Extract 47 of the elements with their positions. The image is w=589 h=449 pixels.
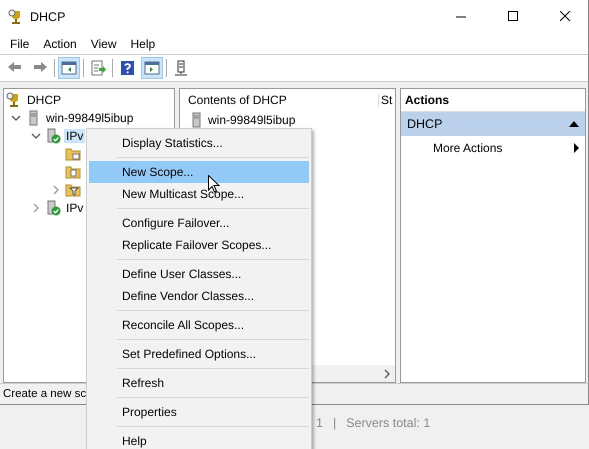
submenu-arrow-icon — [574, 143, 579, 153]
maximize-icon[interactable] — [508, 11, 518, 22]
menu-item[interactable]: Set Predefined Options... — [89, 343, 309, 365]
chevron-right-icon[interactable] — [52, 185, 60, 195]
section-title: DHCP — [407, 117, 442, 131]
collapse-icon[interactable] — [569, 121, 579, 127]
menu-item[interactable]: Replicate Failover Scopes... — [89, 234, 309, 256]
menu-item[interactable]: Display Statistics... — [89, 132, 309, 154]
server-check-icon — [45, 200, 61, 216]
menu-item[interactable]: Action — [37, 36, 85, 50]
status-text: Create a new sc — [3, 388, 86, 400]
menu-item[interactable]: New Scope... — [89, 161, 309, 183]
folder-icon — [65, 164, 81, 180]
list-item[interactable]: win-99849l5ibup — [208, 113, 296, 127]
action-link[interactable]: More Actions — [433, 141, 502, 155]
tree-item[interactable]: IPv — [64, 129, 86, 143]
chevron-right-icon[interactable] — [32, 203, 40, 213]
status-text: | — [332, 416, 336, 430]
close-icon[interactable] — [560, 11, 570, 22]
chevron-down-icon[interactable] — [11, 114, 21, 122]
menu-item[interactable]: New Multicast Scope... — [89, 183, 309, 205]
pane-icon[interactable] — [58, 57, 80, 79]
tree-item[interactable]: IPv — [64, 201, 86, 215]
menu-item[interactable]: Help — [89, 430, 309, 449]
menu-item[interactable]: Help — [124, 36, 164, 50]
menu-item[interactable]: Properties — [89, 401, 309, 423]
pane-icon[interactable] — [141, 57, 163, 79]
tree-item[interactable]: win-99849l5ibup — [44, 111, 136, 125]
scroll-right-icon[interactable] — [383, 368, 391, 378]
tree-item[interactable]: DHCP — [25, 93, 64, 107]
folder-icon — [65, 146, 81, 162]
filter-folder-icon — [65, 182, 81, 198]
menu-item[interactable]: Define Vendor Classes... — [89, 285, 309, 307]
window-title: DHCP — [30, 10, 66, 24]
column-header[interactable]: St — [378, 93, 395, 107]
menu-item[interactable]: Define User Classes... — [89, 263, 309, 285]
server-check-icon — [45, 128, 61, 144]
menu-item[interactable]: View — [84, 36, 124, 50]
chevron-down-icon[interactable] — [31, 132, 41, 140]
menu-item[interactable]: Configure Failover... — [89, 212, 309, 234]
status-text: 1 — [316, 416, 323, 430]
pane-heading: Contents of DHCP — [187, 93, 288, 107]
menu-item[interactable]: Reconcile All Scopes... — [89, 314, 309, 336]
actions-section[interactable]: DHCP — [401, 112, 585, 136]
menu-item[interactable]: Refresh — [89, 372, 309, 394]
menu-item[interactable]: File — [4, 36, 38, 50]
status-text: Servers total: 1 — [346, 416, 430, 430]
